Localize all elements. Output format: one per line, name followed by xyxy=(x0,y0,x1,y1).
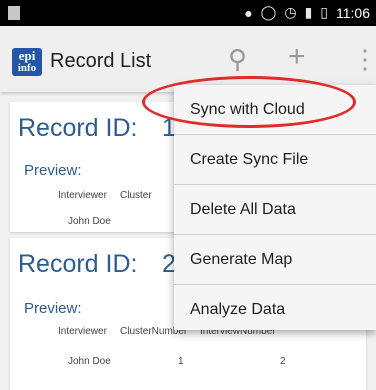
overflow-menu: Sync with Cloud Create Sync File Delete … xyxy=(174,85,376,330)
column-header: Cluster xyxy=(120,190,152,201)
add-icon[interactable]: + xyxy=(288,40,306,74)
preview-label: Preview: xyxy=(24,162,82,179)
logo-text-bottom: info xyxy=(17,62,37,74)
record-id-label: Record ID: xyxy=(18,250,138,278)
preview-label: Preview: xyxy=(24,300,82,317)
record-id-label: Record ID: xyxy=(18,114,138,142)
table-cell: 1 xyxy=(178,356,184,367)
signal-icon: ▮ xyxy=(304,4,313,20)
column-header: Interviewer xyxy=(58,190,107,201)
table-cell: John Doe xyxy=(68,356,111,367)
status-time: 11:06 xyxy=(336,4,370,21)
status-bar: ● ◯ ◷ ▮ ▯ 11:06 xyxy=(0,0,376,26)
table-cell: 2 xyxy=(280,356,286,367)
column-header: Interviewer xyxy=(58,326,107,337)
menu-item-delete-all-data[interactable]: Delete All Data xyxy=(174,185,376,235)
location-icon: ● xyxy=(244,4,253,21)
battery-icon: ▯ xyxy=(320,4,328,20)
menu-item-create-sync-file[interactable]: Create Sync File xyxy=(174,135,376,185)
vibrate-icon: ◯ xyxy=(260,4,277,20)
menu-item-generate-map[interactable]: Generate Map xyxy=(174,235,376,285)
menu-item-analyze-data[interactable]: Analyze Data xyxy=(174,285,376,335)
action-bar: epi info Record List ⚲ + ⋮ xyxy=(0,26,376,92)
status-icons: ● ◯ ◷ ▮ ▯ 11:06 xyxy=(244,4,370,21)
app-logo[interactable]: epi info xyxy=(12,48,42,76)
search-icon[interactable]: ⚲ xyxy=(228,44,247,75)
notification-icon xyxy=(8,6,20,20)
menu-item-sync-with-cloud[interactable]: Sync with Cloud xyxy=(174,85,376,135)
table-cell: John Doe xyxy=(68,216,111,227)
page-title: Record List xyxy=(50,50,152,72)
alarm-icon: ◷ xyxy=(284,4,297,20)
overflow-menu-icon[interactable]: ⋮ xyxy=(352,44,376,75)
logo-text-top: epi xyxy=(18,48,36,63)
